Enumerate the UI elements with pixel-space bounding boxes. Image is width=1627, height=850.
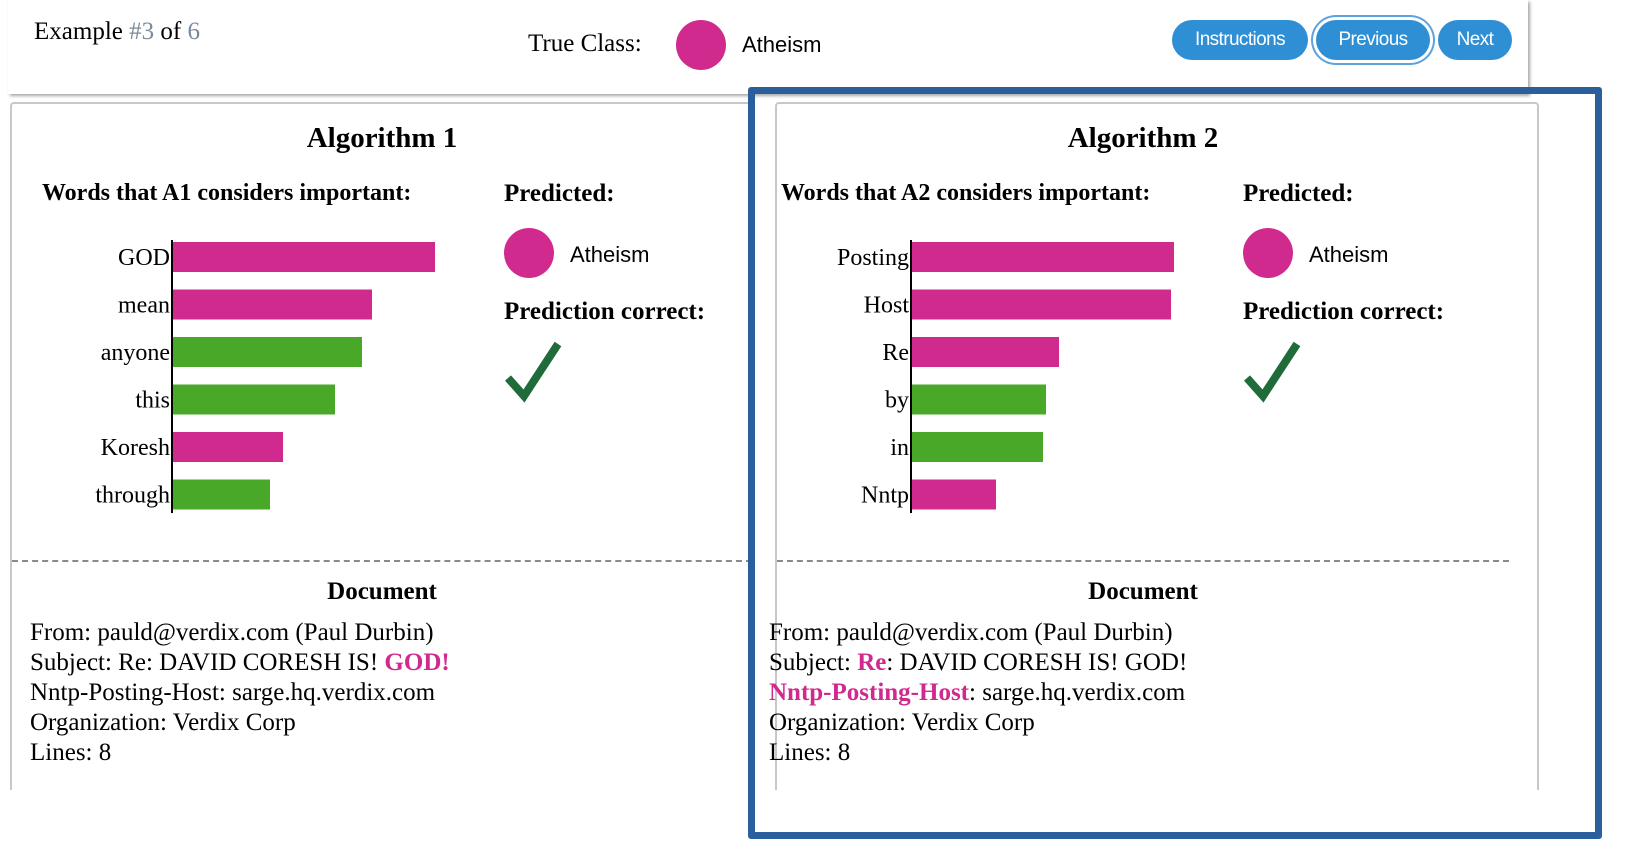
example-counter: Example #3 of 6	[34, 18, 200, 45]
word-label: through	[95, 483, 170, 509]
document-line: From: pauld@verdix.com (Paul Durbin)	[30, 619, 434, 646]
algorithm-1-predicted-dot-icon	[504, 228, 554, 278]
algorithm-1-predicted-value: Atheism	[570, 242, 650, 267]
algorithm-1-predicted-heading: Predicted:	[504, 180, 615, 207]
algorithm-1-divider	[12, 560, 752, 562]
header-bar: Example #3 of 6 True Class: Atheism Inst…	[8, 0, 1528, 94]
word-bar	[173, 337, 362, 367]
word-label: anyone	[101, 340, 170, 366]
document-line: Lines: 8	[30, 739, 112, 766]
word-label: this	[135, 388, 170, 414]
word-bar	[173, 384, 335, 415]
algorithm-1-correct-heading: Prediction correct:	[504, 298, 706, 325]
algorithm-1-panel: Algorithm 1 Words that A1 considers impo…	[10, 102, 754, 824]
true-class-label: True Class:	[528, 30, 642, 57]
algorithm-1-word-chart: GOD mean anyone this Koresh through	[95, 240, 435, 513]
algorithm-2-highlight-frame	[748, 87, 1602, 839]
word-bar	[173, 479, 270, 510]
algorithm-1-document-heading: Document	[327, 578, 437, 605]
highlighted-word: GOD	[384, 649, 442, 676]
word-label: Koresh	[101, 435, 170, 461]
document-line: Nntp-Posting-Host: sarge.hq.verdix.com	[30, 679, 436, 706]
algorithm-1-title: Algorithm 1	[306, 122, 458, 154]
algorithm-1-words-heading: Words that A1 considers important:	[42, 180, 412, 206]
word-label: GOD	[118, 245, 170, 271]
document-line: Subject: Re: DAVID CORESH IS! GOD!	[30, 649, 450, 676]
word-bar	[173, 242, 435, 272]
instructions-button[interactable]: Instructions	[1172, 20, 1308, 60]
document-line: Organization: Verdix Corp	[30, 709, 296, 736]
true-class-value: Atheism	[742, 32, 822, 57]
true-class-dot-icon	[676, 20, 726, 70]
algorithm-1-document: From: pauld@verdix.com (Paul Durbin) Sub…	[30, 618, 450, 768]
word-label: mean	[118, 293, 170, 319]
example-total: 6	[187, 18, 200, 45]
next-button[interactable]: Next	[1438, 20, 1512, 60]
algorithm-1-checkmark-icon	[505, 341, 562, 403]
word-bar	[173, 432, 283, 462]
previous-button[interactable]: Previous	[1316, 20, 1430, 60]
example-current: #3	[129, 18, 155, 45]
word-bar	[173, 289, 372, 320]
